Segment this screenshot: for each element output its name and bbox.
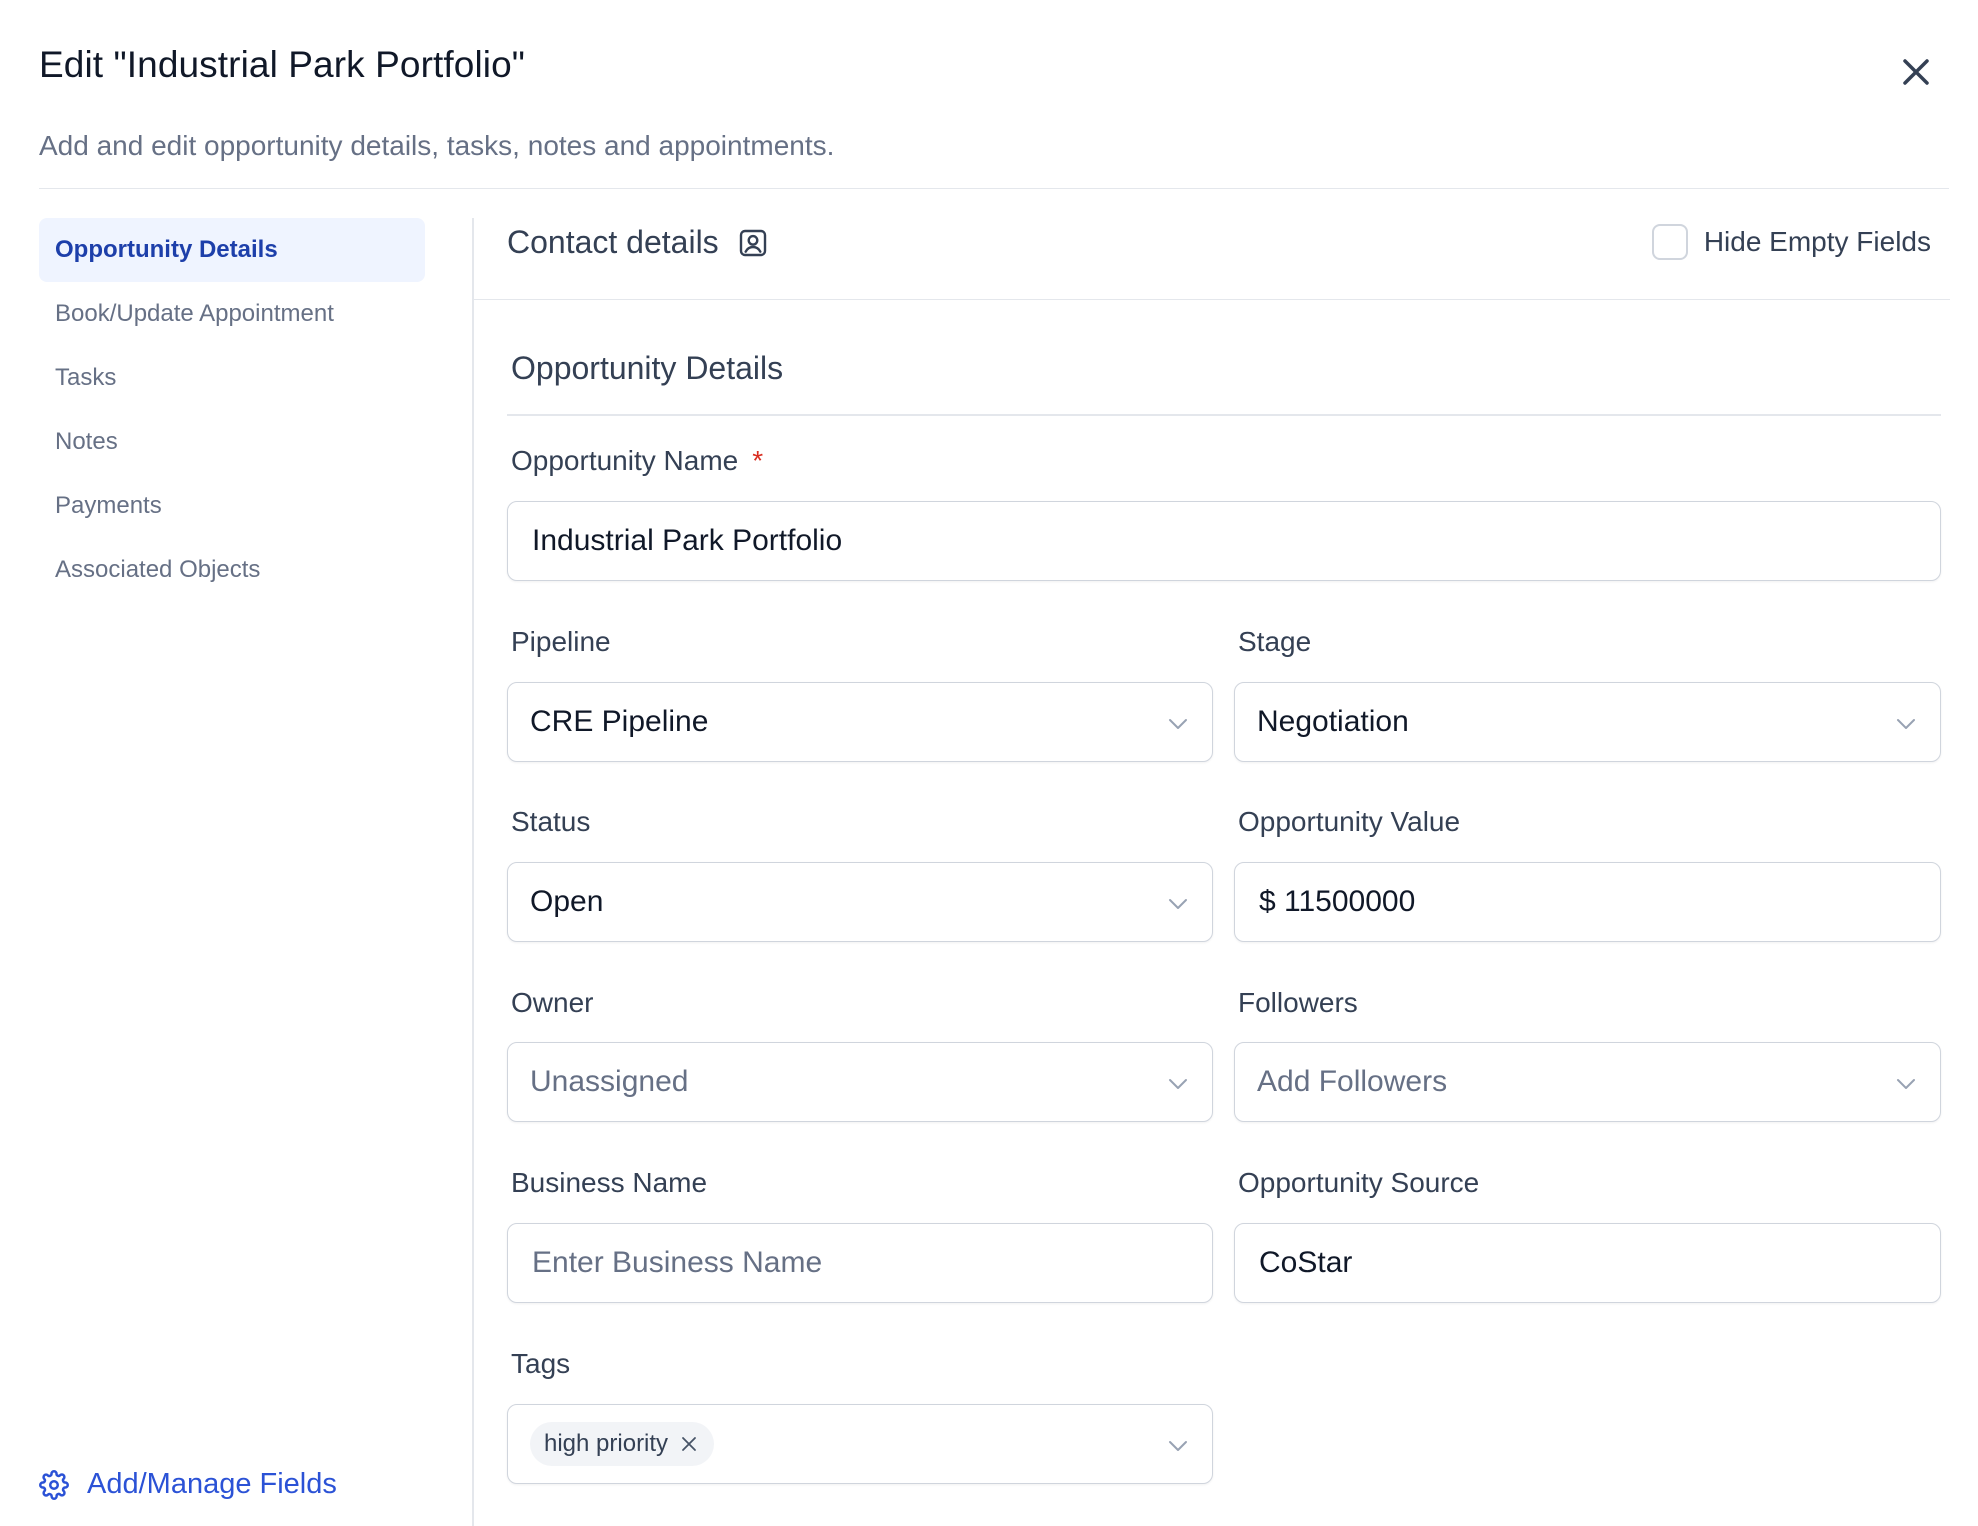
followers-select[interactable]: Add Followers xyxy=(1234,1042,1941,1122)
stage-select[interactable]: Negotiation xyxy=(1234,682,1941,762)
contact-details-title: Contact details xyxy=(507,224,719,260)
chevron-down-icon xyxy=(1169,899,1187,909)
sidebar-item-notes[interactable]: Notes xyxy=(39,410,425,474)
status-value: Open xyxy=(530,885,604,918)
pipeline-select[interactable]: CRE Pipeline xyxy=(507,682,1213,762)
chevron-down-icon xyxy=(1897,719,1915,729)
hide-empty-fields-toggle[interactable]: Hide Empty Fields xyxy=(1651,224,1931,260)
sidebar-nav: Opportunity Details Book/Update Appointm… xyxy=(39,218,425,602)
close-icon xyxy=(1903,59,1929,85)
owner-placeholder: Unassigned xyxy=(530,1065,689,1098)
opportunity-value-input[interactable]: $ 11500000 xyxy=(1234,862,1941,942)
add-manage-fields-label: Add/Manage Fields xyxy=(87,1468,337,1500)
opportunity-value-label: Opportunity Value xyxy=(1238,806,1461,837)
remove-tag-button[interactable] xyxy=(680,1434,700,1454)
chevron-down-icon xyxy=(1169,1441,1187,1451)
section-title: Opportunity Details xyxy=(511,350,784,386)
gear-icon xyxy=(39,1469,69,1500)
opportunity-source-input[interactable]: CoStar xyxy=(1234,1223,1941,1303)
chevron-down-icon xyxy=(1897,1079,1915,1089)
section-divider xyxy=(507,414,1941,416)
sidebar-item-payments[interactable]: Payments xyxy=(39,474,425,538)
business-name-label: Business Name xyxy=(511,1167,708,1198)
contact-card-icon[interactable] xyxy=(737,227,769,259)
tag-chip: high priority xyxy=(530,1422,715,1466)
followers-placeholder: Add Followers xyxy=(1257,1065,1448,1098)
chevron-down-icon xyxy=(1169,719,1187,729)
opportunity-value-value: $ 11500000 xyxy=(1259,885,1416,918)
sidebar-item-tasks[interactable]: Tasks xyxy=(39,346,425,410)
owner-select[interactable]: Unassigned xyxy=(507,1042,1213,1122)
close-button[interactable] xyxy=(1894,50,1938,94)
opportunity-name-label-text: Opportunity Name xyxy=(511,445,739,476)
business-name-input[interactable]: Enter Business Name xyxy=(507,1223,1213,1303)
tags-select[interactable]: high priority xyxy=(507,1404,1213,1484)
status-label: Status xyxy=(511,806,591,837)
opportunity-name-label: Opportunity Name * xyxy=(511,445,763,477)
dialog-subtitle: Add and edit opportunity details, tasks,… xyxy=(39,130,835,161)
tags-label: Tags xyxy=(511,1348,571,1379)
sidebar-item-associated-objects[interactable]: Associated Objects xyxy=(39,538,425,602)
dialog-header: Edit "Industrial Park Portfolio" Add and… xyxy=(39,0,1949,189)
status-select[interactable]: Open xyxy=(507,862,1213,942)
followers-label: Followers xyxy=(1238,987,1358,1018)
add-manage-fields-link[interactable]: Add/Manage Fields xyxy=(39,1468,337,1501)
tag-label: high priority xyxy=(544,1430,669,1457)
close-icon xyxy=(682,1437,696,1451)
hide-empty-fields-label: Hide Empty Fields xyxy=(1703,226,1931,257)
opportunity-source-label: Opportunity Source xyxy=(1238,1167,1480,1198)
sidebar-item-book-update-appointment[interactable]: Book/Update Appointment xyxy=(39,282,425,346)
sidebar-item-opportunity-details[interactable]: Opportunity Details xyxy=(39,218,425,282)
business-name-placeholder: Enter Business Name xyxy=(532,1246,823,1279)
contact-details-bar: Contact details Hide Empty Fields xyxy=(474,218,1950,300)
opportunity-name-input[interactable]: Industrial Park Portfolio xyxy=(507,501,1941,581)
pipeline-value: CRE Pipeline xyxy=(530,705,709,738)
chevron-down-icon xyxy=(1169,1079,1187,1089)
opportunity-source-value: CoStar xyxy=(1259,1246,1353,1279)
owner-label: Owner xyxy=(511,987,594,1018)
stage-value: Negotiation xyxy=(1257,705,1409,738)
hide-empty-fields-checkbox[interactable] xyxy=(1651,224,1688,260)
pipeline-label: Pipeline xyxy=(511,626,611,657)
dialog-title: Edit "Industrial Park Portfolio" xyxy=(39,44,526,85)
stage-label: Stage xyxy=(1238,626,1312,657)
opportunity-name-value: Industrial Park Portfolio xyxy=(532,524,843,557)
vertical-divider xyxy=(472,218,474,1526)
required-marker: * xyxy=(752,445,764,476)
contact-details-heading: Contact details xyxy=(507,224,769,261)
